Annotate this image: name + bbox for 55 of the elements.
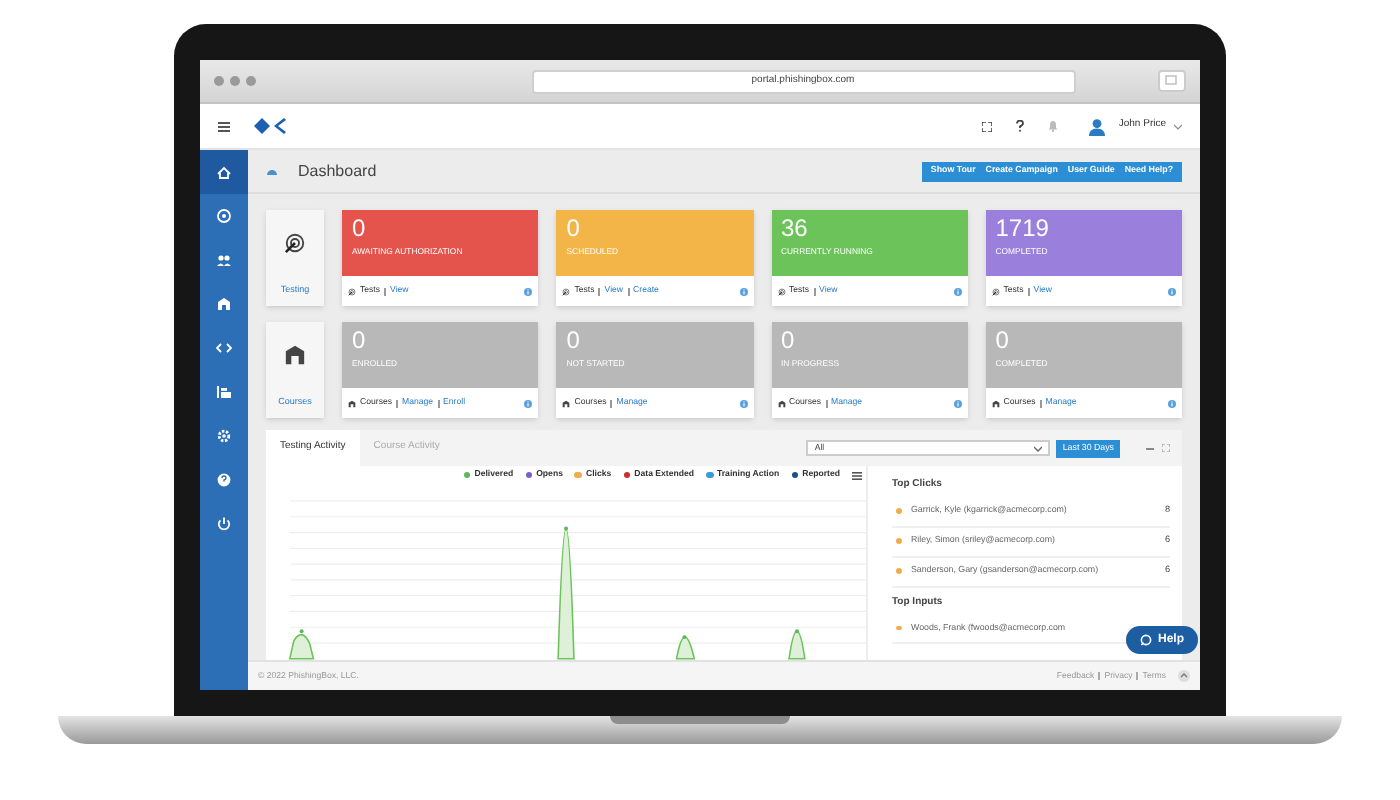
page-title: Dashboard bbox=[298, 159, 377, 183]
help-icon[interactable] bbox=[1016, 120, 1025, 132]
home-icon bbox=[216, 164, 232, 180]
power-icon bbox=[216, 516, 232, 532]
menu-icon[interactable] bbox=[218, 121, 230, 131]
sidebar-item[interactable] bbox=[200, 150, 248, 194]
info-icon[interactable] bbox=[1168, 399, 1176, 407]
bell-icon[interactable] bbox=[1048, 120, 1059, 132]
building-icon bbox=[348, 399, 356, 407]
building-icon bbox=[777, 399, 785, 407]
building-icon bbox=[216, 296, 232, 312]
building-icon bbox=[562, 399, 571, 407]
target-icon bbox=[284, 232, 306, 254]
stat-value: 0 bbox=[566, 216, 582, 242]
caret-icon[interactable] bbox=[1174, 123, 1182, 129]
chart-icon bbox=[216, 384, 232, 400]
stat-value: 0 bbox=[352, 216, 368, 242]
logo-icon[interactable] bbox=[254, 118, 286, 134]
bullet-icon bbox=[896, 538, 901, 544]
building-icon bbox=[991, 399, 1000, 407]
expand-icon[interactable] bbox=[1162, 444, 1170, 452]
chat-icon bbox=[1139, 634, 1152, 646]
info-icon[interactable] bbox=[524, 287, 533, 295]
scroll-top-icon[interactable] bbox=[1178, 670, 1190, 682]
target-icon bbox=[216, 208, 232, 224]
info-icon[interactable] bbox=[1168, 287, 1176, 295]
users-icon bbox=[216, 252, 232, 268]
bullet-icon bbox=[896, 508, 901, 514]
stat-value: 0 bbox=[566, 328, 582, 354]
info-icon[interactable] bbox=[739, 399, 747, 407]
target-icon bbox=[562, 287, 571, 295]
stat-value: 0 bbox=[781, 328, 797, 354]
building-icon bbox=[284, 344, 306, 366]
minimize-icon[interactable] bbox=[1146, 447, 1154, 449]
dashboard-icon bbox=[266, 166, 278, 176]
help-icon bbox=[216, 472, 232, 488]
info-icon[interactable] bbox=[524, 399, 533, 407]
avatar-icon[interactable] bbox=[1088, 117, 1107, 135]
code-icon bbox=[216, 340, 232, 356]
stat-value: 0 bbox=[352, 328, 368, 354]
target-icon bbox=[348, 287, 356, 295]
settings-icon bbox=[216, 428, 232, 444]
stat-value: 36 bbox=[781, 216, 810, 242]
info-icon[interactable] bbox=[953, 399, 962, 407]
target-icon bbox=[991, 287, 1000, 295]
menu-icon[interactable] bbox=[852, 471, 862, 479]
bullet-icon bbox=[896, 625, 901, 631]
bullet-icon bbox=[896, 568, 901, 574]
target-icon bbox=[777, 287, 785, 295]
caret-icon bbox=[1034, 445, 1043, 451]
info-icon[interactable] bbox=[953, 287, 962, 295]
fullscreen-icon[interactable] bbox=[982, 121, 993, 131]
stat-value: 0 bbox=[995, 328, 1011, 354]
info-icon[interactable] bbox=[739, 287, 747, 295]
stat-value: 1719 bbox=[995, 216, 1051, 242]
